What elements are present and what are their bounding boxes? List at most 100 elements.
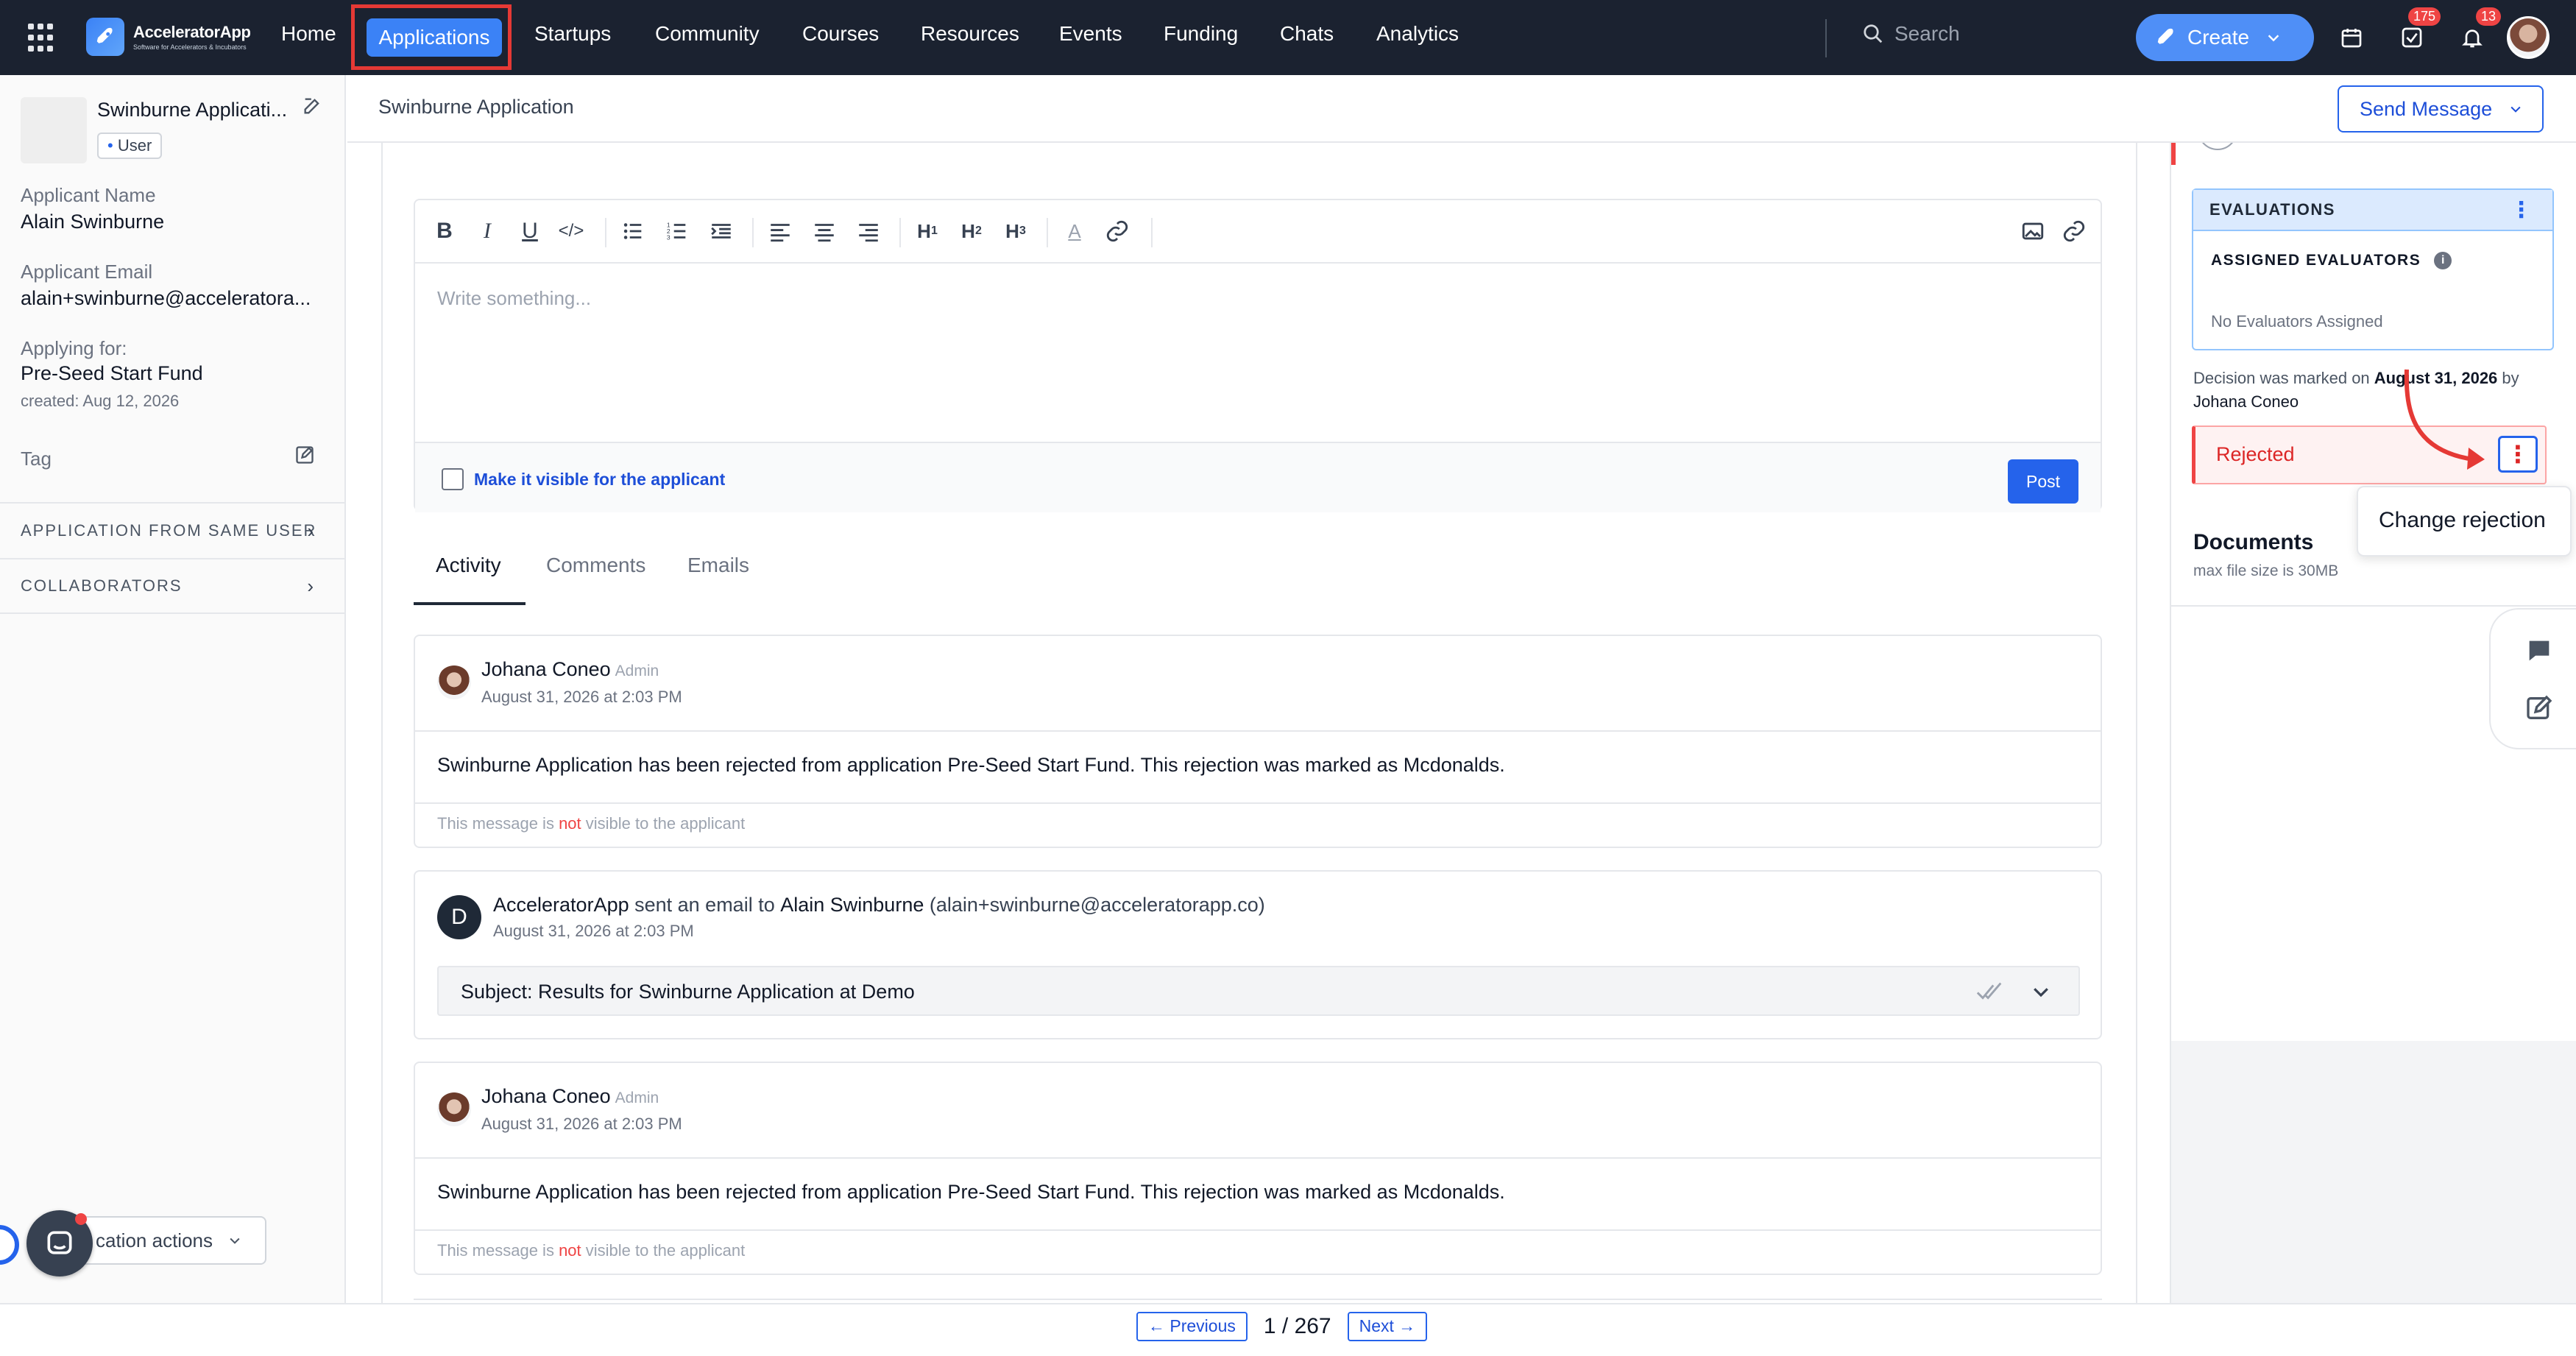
nav-home[interactable]: Home [281,22,336,46]
code-icon[interactable]: </> [558,216,584,246]
create-button[interactable]: Create [2136,14,2314,61]
tasks-icon[interactable]: 175 [2396,7,2441,53]
active-tab-indicator [414,602,526,605]
bold-icon[interactable]: B [431,216,458,246]
search-placeholder: Search [1894,22,1960,45]
applying-for-program[interactable]: Pre-Seed Start Fund [21,362,203,385]
edit-icon[interactable] [302,96,322,116]
status-label: Rejected [2216,443,2295,465]
visible-to-applicant-label[interactable]: Make it visible for the applicant [474,470,725,490]
tab-comments[interactable]: Comments [546,554,645,577]
image-icon[interactable] [2020,216,2046,246]
email-subject-row[interactable]: Subject: Results for Swinburne Applicati… [437,966,2080,1016]
floating-tools [2489,608,2576,749]
email-activity-item: D AcceleratorApp sent an email to Alain … [414,870,2102,1039]
visibility-note: This message is not visible to the appli… [437,814,746,833]
section-label: APPLICATION FROM SAME USER [21,521,317,540]
editor-toolbar: B I U </> 123 H1 H2 H3 A [415,200,2101,264]
page-header: Swinburne Application [347,75,2576,143]
tag-label: Tag [21,448,52,470]
italic-icon[interactable]: I [474,216,500,246]
chevron-down-icon[interactable] [2030,979,2052,1004]
attachment-icon[interactable] [2061,216,2087,246]
heading-3-icon[interactable]: H3 [1002,216,1029,246]
evaluations-title: EVALUATIONS [2209,200,2335,219]
tasks-badge: 175 [2407,7,2441,26]
section-application-from-same-user[interactable]: APPLICATION FROM SAME USER › [0,502,346,558]
numbered-list-icon[interactable]: 123 [664,216,690,246]
author-avatar [437,1092,471,1126]
bullet-list-icon[interactable] [620,216,646,246]
tab-emails[interactable]: Emails [687,554,749,577]
info-icon[interactable]: i [2434,252,2452,269]
right-panel-footer-area [2170,1041,2576,1303]
chat-launcher-button[interactable] [26,1210,93,1276]
visible-to-applicant-checkbox[interactable] [442,468,464,490]
author-role: Admin [615,663,659,679]
nav-analytics[interactable]: Analytics [1376,22,1459,46]
nav-community[interactable]: Community [655,22,760,46]
email-subject: Subject: Results for Swinburne Applicati… [461,981,915,1003]
notifications-badge: 13 [2475,7,2501,26]
apps-grid-icon[interactable] [28,24,57,53]
send-message-label: Send Message [2360,97,2493,120]
next-button[interactable]: Next → [1347,1312,1428,1341]
edit-note-icon[interactable] [2524,693,2554,723]
underline-icon[interactable]: U [517,216,543,246]
nav-divider [1825,19,1827,57]
applicant-email: alain+swinburne@acceleratora... [21,287,311,309]
application-thumbnail [21,97,87,163]
heading-2-icon[interactable]: H2 [958,216,985,246]
nav-chats[interactable]: Chats [1280,22,1334,46]
nav-startups[interactable]: Startups [534,22,611,46]
activity-date: August 31, 2026 at 2:03 PM [481,688,682,706]
user-avatar[interactable] [2507,16,2550,59]
evaluations-card: EVALUATIONS ⋮ ASSIGNED EVALUATORS i No E… [2192,188,2554,350]
nav-applications[interactable]: Applications [367,18,502,57]
email-summary: AcceleratorApp sent an email to Alain Sw… [493,894,1265,916]
heading-1-icon[interactable]: H1 [914,216,941,246]
note-input[interactable]: Write something... [437,287,591,310]
tab-activity[interactable]: Activity [436,554,501,577]
comment-icon[interactable] [2524,636,2554,665]
bell-icon[interactable]: 13 [2457,7,2501,53]
chat-icon [47,1231,72,1254]
nav-resources[interactable]: Resources [921,22,1019,46]
rocket-icon [2157,28,2173,44]
align-center-icon[interactable] [811,216,838,246]
align-right-icon[interactable] [855,216,882,246]
chevron-down-icon [2510,106,2521,113]
calendar-icon[interactable] [2336,22,2367,53]
application-title: Swinburne Applicati... [97,99,288,121]
applicant-email-label: Applicant Email [21,261,153,283]
note-editor: B I U </> 123 H1 H2 H3 A Write something… [414,199,2102,512]
toolbar-separator [1047,218,1048,247]
post-button[interactable]: Post [2008,459,2078,504]
section-collaborators[interactable]: COLLABORATORS › [0,558,346,614]
send-message-button[interactable]: Send Message [2338,85,2544,133]
applicant-name: Alain Swinburne [21,211,165,233]
search-box[interactable]: Search [1862,22,1960,46]
more-vertical-icon[interactable]: ⋮ [2510,197,2534,223]
indent-icon[interactable] [708,216,735,246]
sender-avatar: D [437,895,481,939]
previous-button[interactable]: ← Previous [1136,1312,1248,1341]
text-color-icon[interactable]: A [1061,216,1088,246]
nav-events[interactable]: Events [1059,22,1122,46]
brand-name: AcceleratorApp [133,23,251,41]
toolbar-separator [899,218,901,247]
brand-logo[interactable]: AcceleratorApp Software for Accelerators… [86,18,251,56]
chevron-right-icon: › [307,519,315,542]
author-role: Admin [615,1090,659,1106]
link-icon[interactable] [1104,216,1130,246]
role-badge: • User [97,133,163,159]
double-check-icon [1976,982,2002,1000]
documents-title: Documents [2193,530,2314,554]
nav-funding[interactable]: Funding [1164,22,1238,46]
author-name: Johana Coneo [481,1085,611,1107]
nav-courses[interactable]: Courses [802,22,879,46]
change-rejection-menu-item[interactable]: Change rejection [2357,486,2572,557]
align-left-icon[interactable] [767,216,793,246]
edit-tag-icon[interactable] [294,445,315,465]
activity-date: August 31, 2026 at 2:03 PM [481,1115,682,1133]
